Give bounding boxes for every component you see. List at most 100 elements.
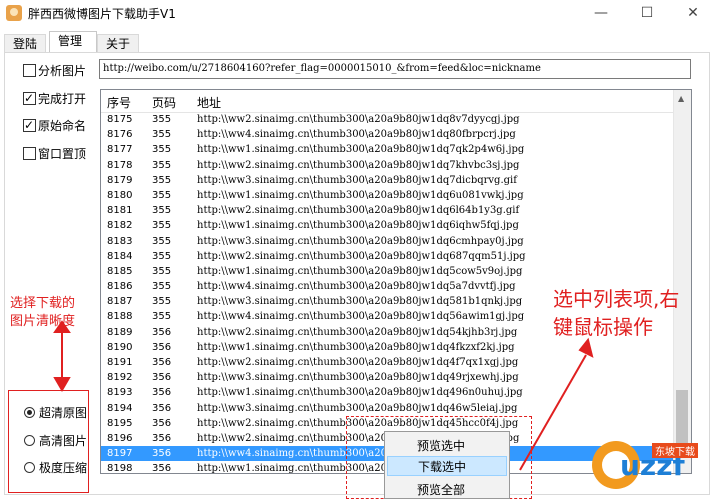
table-row[interactable]: 8182 355 http:\\ww1.sinaimg.cn\thumb300\a2… [101,218,675,233]
row-index: 8190 [107,341,133,353]
row-index: 8197 [107,448,133,460]
tab-about[interactable]: 关于 [97,34,139,53]
row-page: 356 [152,372,172,384]
table-row[interactable]: 8183 355 http:\\ww3.sinaimg.cn\thumb300\a2… [101,234,675,249]
row-url: http:\\ww3.sinaimg.cn\thumb300\a20a9b80j… [197,372,519,384]
row-url: http:\\ww1.sinaimg.cn\thumb300\a20a9b80j… [197,341,515,353]
row-page: 356 [152,402,172,414]
annotation-line: 键鼠标操作 [553,315,653,339]
radio-label: 超清原图 [39,406,88,420]
table-row[interactable]: 8178 355 http:\\ww2.sinaimg.cn\thumb300\a2… [101,158,675,173]
row-index: 8180 [107,189,133,201]
row-url: http:\\ww1.sinaimg.cn\thumb300\a20a9b80j… [197,220,519,232]
title-bar: 胖西西微博图片下载助手V1 — ☐ ✕ [0,0,716,26]
table-row[interactable]: 8191 356 http:\\ww2.sinaimg.cn\thumb300\a2… [101,355,675,370]
row-page: 356 [152,432,172,444]
row-url: http:\\ww1.sinaimg.cn\thumb300\a20a9b80j… [197,387,523,399]
quality-radio-group: 超清原图 高清图片 极度压缩 [8,390,89,493]
list-header: 序号 页码 地址 [101,90,675,113]
row-index: 8195 [107,417,133,429]
row-index: 8196 [107,432,133,444]
row-index: 8184 [107,250,133,262]
scroll-up-icon[interactable]: ▲ [678,94,684,103]
row-index: 8187 [107,296,133,308]
row-page: 356 [152,463,172,474]
checkbox[interactable] [23,147,36,160]
row-page: 355 [152,265,172,277]
minimize-button[interactable]: — [578,2,624,24]
radio-label: 高清图片 [39,434,88,448]
row-url: http:\\ww3.sinaimg.cn\thumb300\a20a9b80j… [197,174,517,186]
table-row[interactable]: 8184 355 http:\\ww2.sinaimg.cn\thumb300\a2… [101,249,675,264]
close-button[interactable]: ✕ [670,2,716,24]
maximize-button[interactable]: ☐ [624,2,670,24]
list-scrollbar[interactable]: ▲ [673,90,691,473]
checkbox[interactable] [23,117,36,133]
row-page: 355 [152,144,172,156]
row-page: 355 [152,205,172,217]
row-page: 355 [152,281,172,293]
column-header-page[interactable]: 页码 [152,94,176,111]
table-row[interactable]: 8175 355 http:\\ww2.sinaimg.cn\thumb300\a2… [101,112,675,127]
row-url: http:\\ww4.sinaimg.cn\thumb300\a20a9b80j… [197,311,525,323]
row-page: 356 [152,326,172,338]
row-page: 355 [152,159,172,171]
row-url: http:\\ww4.sinaimg.cn\thumb300\a20a9b80j… [197,281,516,293]
row-page: 355 [152,114,172,125]
column-header-url[interactable]: 地址 [197,94,221,111]
row-index: 8183 [107,235,133,247]
logo-sub: 东坡下载 [652,443,698,458]
context-menu: 预览选中 下载选中 预览全部 [384,431,510,499]
row-page: 355 [152,296,172,308]
row-url: http:\\ww4.sinaimg.cn\thumb300\a20a9b80j… [197,129,516,141]
row-page: 355 [152,189,172,201]
row-url: http:\\ww3.sinaimg.cn\thumb300\a20a9b80j… [197,235,524,247]
radio-button[interactable] [24,462,35,473]
row-page: 356 [152,387,172,399]
row-page: 355 [152,311,172,323]
row-index: 8198 [107,463,133,474]
row-page: 355 [152,174,172,186]
row-url: http:\\ww1.sinaimg.cn\thumb300\a20a9b80j… [197,144,525,156]
checkbox[interactable] [23,64,36,77]
url-input[interactable]: http://weibo.com/u/2718604160?refer_flag… [99,59,691,79]
table-row[interactable]: 8185 355 http:\\ww1.sinaimg.cn\thumb300\a2… [101,264,675,279]
row-page: 356 [152,417,172,429]
table-row[interactable]: 8176 355 http:\\ww4.sinaimg.cn\thumb300\a2… [101,127,675,142]
row-index: 8181 [107,205,133,217]
tab-manage[interactable]: 管理 [49,31,97,53]
option-label: 分析图片 [38,64,87,78]
row-index: 8182 [107,220,133,232]
row-url: http:\\ww2.sinaimg.cn\thumb300\a20a9b80j… [197,205,520,217]
table-row[interactable]: 8181 355 http:\\ww2.sinaimg.cn\thumb300\a2… [101,203,675,218]
row-index: 8178 [107,159,133,171]
menu-preview-all[interactable]: 预览全部 [387,480,507,500]
radio-button[interactable] [24,407,35,418]
annotation-line: 选中列表项,右 [553,287,680,311]
row-index: 8191 [107,357,133,368]
table-row[interactable]: 8192 356 http:\\ww3.sinaimg.cn\thumb300\a2… [101,370,675,385]
row-index: 8175 [107,114,133,125]
table-row[interactable]: 8177 355 http:\\ww1.sinaimg.cn\thumb300\a2… [101,142,675,157]
table-row[interactable]: 8194 356 http:\\ww3.sinaimg.cn\thumb300\a2… [101,401,675,416]
row-index: 8189 [107,326,133,338]
row-index: 8179 [107,174,133,186]
row-url: http:\\ww2.sinaimg.cn\thumb300\a20a9b80j… [197,357,519,368]
radio-button[interactable] [24,435,35,446]
option-label: 原始命名 [38,119,87,133]
uzzf-watermark-logo: uzzf 东坡下载 [590,439,710,495]
menu-download-selected[interactable]: 下载选中 [387,456,507,476]
table-row[interactable]: 8190 356 http:\\ww1.sinaimg.cn\thumb300\a2… [101,340,675,355]
table-row[interactable]: 8193 356 http:\\ww1.sinaimg.cn\thumb300\a2… [101,385,675,400]
row-page: 355 [152,129,172,141]
window-title: 胖西西微博图片下载助手V1 [28,7,176,21]
option-label: 窗口置顶 [38,147,87,161]
row-url: http:\\ww3.sinaimg.cn\thumb300\a20a9b80j… [197,296,523,308]
row-page: 356 [152,448,172,460]
checkbox[interactable] [23,90,36,106]
table-row[interactable]: 8180 355 http:\\ww1.sinaimg.cn\thumb300\a2… [101,188,675,203]
column-header-index[interactable]: 序号 [107,94,131,111]
menu-preview-selected[interactable]: 预览选中 [387,436,507,456]
table-row[interactable]: 8179 355 http:\\ww3.sinaimg.cn\thumb300\a2… [101,173,675,188]
tab-login[interactable]: 登陆 [4,34,46,53]
